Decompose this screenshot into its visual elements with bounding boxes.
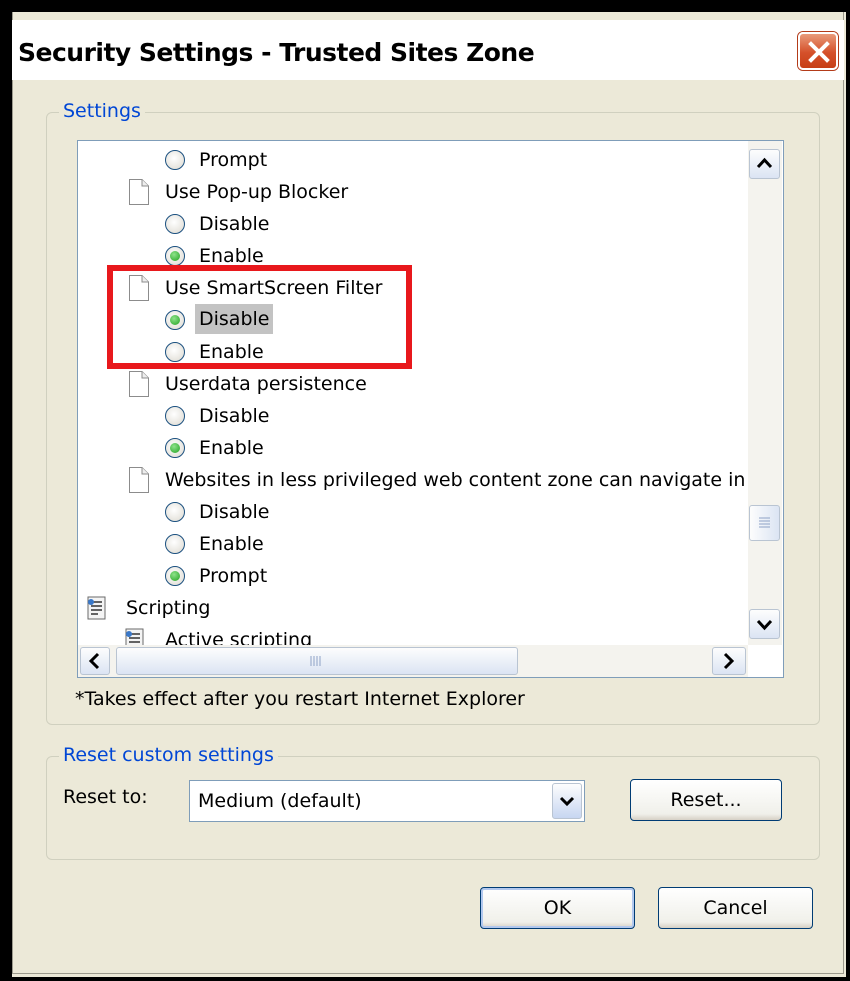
grip-icon — [759, 517, 770, 528]
radio-option-enable[interactable]: Enable — [78, 528, 748, 560]
radio-option-label: Disable — [199, 213, 270, 235]
radio-option-label: Enable — [199, 533, 264, 555]
radio-option-label: Prompt — [199, 565, 268, 587]
radio-option-enable[interactable]: Enable — [78, 432, 748, 464]
radio-button[interactable] — [165, 150, 185, 170]
setting-category-label: Scripting — [126, 597, 211, 619]
reset-group-label: Reset custom settings — [59, 744, 278, 766]
radio-option-label: Enable — [199, 437, 264, 459]
vertical-scroll-thumb[interactable] — [749, 505, 780, 541]
ok-button[interactable]: OK — [480, 887, 635, 929]
setting-item: Userdata persistence — [78, 368, 748, 400]
scroll-down-button[interactable] — [749, 609, 780, 639]
chevron-down-icon — [756, 619, 773, 631]
radio-button-checked[interactable] — [165, 246, 185, 266]
radio-button[interactable] — [165, 534, 185, 554]
script-icon — [84, 595, 106, 623]
setting-item-label: Use Pop-up Blocker — [165, 181, 349, 203]
document-icon — [128, 178, 150, 206]
setting-item-label: Userdata persistence — [165, 373, 367, 395]
close-button[interactable] — [798, 32, 838, 70]
setting-item: Use Pop-up Blocker — [78, 176, 748, 208]
setting-category: Scripting — [78, 592, 748, 624]
reset-level-value: Medium (default) — [198, 790, 362, 812]
reset-to-label: Reset to: — [63, 786, 148, 808]
radio-button[interactable] — [165, 502, 185, 522]
radio-option-disable[interactable]: Disable — [78, 496, 748, 528]
dialog-title: Security Settings - Trusted Sites Zone — [18, 38, 535, 67]
vertical-scrollbar[interactable] — [748, 141, 782, 645]
radio-option-label: Disable — [199, 501, 270, 523]
chevron-right-icon — [723, 652, 735, 670]
scroll-right-button[interactable] — [712, 647, 746, 675]
scroll-up-button[interactable] — [749, 149, 780, 179]
chevron-down-icon — [559, 796, 575, 807]
radio-button-checked[interactable] — [165, 438, 185, 458]
radio-option-label: Disable — [199, 405, 270, 427]
setting-item: Websites in less privileged web content … — [78, 464, 748, 496]
radio-option-disable[interactable]: Disable — [78, 208, 748, 240]
radio-option-prompt[interactable]: Prompt — [78, 144, 748, 176]
radio-button-checked[interactable] — [165, 566, 185, 586]
radio-button[interactable] — [165, 214, 185, 234]
cancel-button[interactable]: Cancel — [658, 887, 813, 929]
setting-item-label: Websites in less privileged web content … — [165, 469, 746, 491]
close-icon — [808, 41, 830, 63]
restart-note: *Takes effect after you restart Internet… — [75, 688, 525, 710]
smartscreen-highlight-box — [107, 265, 412, 369]
radio-button[interactable] — [165, 406, 185, 426]
reset-button[interactable]: Reset... — [630, 779, 782, 821]
document-icon — [128, 466, 150, 494]
settings-group-label: Settings — [59, 100, 145, 122]
scroll-left-button[interactable] — [80, 647, 110, 675]
chevron-left-icon — [88, 652, 100, 670]
settings-list[interactable]: Prompt Use Pop-up Blocker Disable Enable Use… — [77, 140, 784, 678]
reset-level-select[interactable]: Medium (default) — [189, 780, 585, 822]
radio-option-label: Prompt — [199, 149, 268, 171]
horizontal-scroll-thumb[interactable] — [116, 647, 518, 675]
chevron-up-icon — [756, 157, 773, 169]
radio-option-prompt[interactable]: Prompt — [78, 560, 748, 592]
horizontal-scrollbar[interactable] — [78, 645, 748, 677]
document-icon — [128, 370, 150, 398]
dropdown-button[interactable] — [552, 783, 582, 819]
grip-icon — [310, 656, 321, 666]
radio-option-disable[interactable]: Disable — [78, 400, 748, 432]
